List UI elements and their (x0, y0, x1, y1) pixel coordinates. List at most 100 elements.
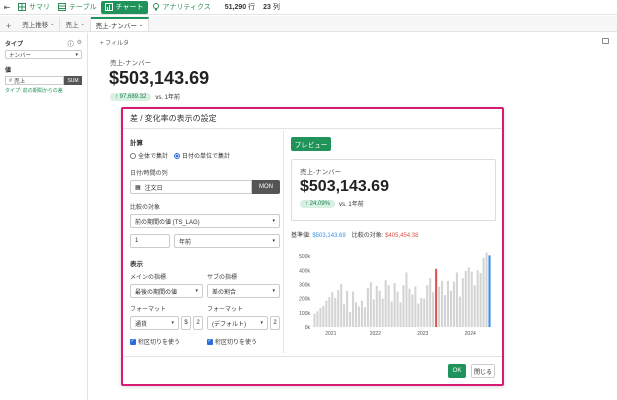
format-main-select[interactable]: 通貨 ▾ (130, 316, 179, 330)
format-sub-value: (デフォルト) (212, 321, 246, 328)
radio-date-label: 日付の単位で集計 (182, 154, 231, 160)
radio-all[interactable]: 全体で集計 (130, 151, 168, 160)
sub-metric-label: サブの指標 (207, 275, 238, 281)
summary-label: サマリ (29, 4, 50, 11)
tab-sales-number[interactable]: 売上-ナンバー ⌄ (90, 17, 150, 31)
sub-metric-select[interactable]: 差の割合 ▾ (207, 284, 280, 298)
chart-bar (375, 285, 378, 327)
date-unit-button[interactable]: MON (252, 180, 280, 194)
col-count-value: 23 (263, 4, 271, 11)
chart-bar (461, 278, 464, 327)
chart-bar (435, 268, 438, 327)
top-toolbar: ⇤ サマリ テーブル チャート アナリティクス 51,290 行 23 列 (0, 0, 617, 15)
row-count-value: 51,290 (224, 4, 247, 11)
value-section: 値 (5, 65, 82, 74)
preview-change-value: 24.09% (309, 200, 331, 207)
chevron-down-icon: ▾ (75, 51, 78, 58)
preview-change-row: ↑ 24.09% vs. 1年前 (300, 199, 487, 208)
main-metric-select[interactable]: 最後の期間の値 ▾ (130, 284, 203, 298)
value-type-note[interactable]: タイプ: 前の期間からの差 (5, 87, 82, 94)
format-main-value: 通貨 (135, 321, 148, 328)
ok-button[interactable]: OK (448, 364, 466, 378)
chart-bar (390, 301, 393, 327)
format-selects-row: 通貨 ▾ $ 2 (デフォルト) ▾ 2 (130, 316, 280, 330)
aggregation-button[interactable]: SUM (64, 76, 82, 85)
format-label-main: フォーマット (130, 307, 167, 313)
tab-sales-trend[interactable]: 売上推移 ⌄ (17, 17, 61, 31)
chart-bar (420, 297, 423, 327)
base-label: 基準値: (291, 233, 311, 239)
chart-bar (429, 278, 432, 327)
preview-card: 売上-ナンバー $503,143.69 ↑ 24.09% vs. 1年前 (291, 159, 496, 221)
sub-metric-value: 差の割合 (212, 289, 237, 296)
filter-button[interactable]: + フィルタ (100, 38, 129, 47)
difference-settings-dialog: 差 / 変化率の表示の設定 計算 全体で集計 日付の単位で集計 日付/時間の列 … (121, 107, 504, 386)
format-sub-select[interactable]: (デフォルト) ▾ (207, 316, 268, 330)
preview-button[interactable]: プレビュー (291, 137, 331, 151)
type-tools: ⓘ ⚙ (68, 39, 82, 48)
x-tick-label: 2023 (417, 331, 428, 337)
chart-button[interactable]: チャート (100, 0, 148, 14)
format-sub-group: (デフォルト) ▾ 2 (207, 316, 280, 330)
lag-unit-select[interactable]: 年前 ▾ (174, 234, 280, 248)
dialog-divider (283, 131, 284, 353)
chevron-down-icon: ▾ (171, 320, 174, 326)
dialog-footer: OK 閉じる (123, 356, 502, 384)
compare-select[interactable]: 前の期間の値 (TS_LAG) ▾ (130, 214, 280, 228)
separator-sub-checkbox[interactable]: 桁区切りを使う (207, 337, 280, 346)
chart-bar (414, 286, 417, 327)
separator-row: 桁区切りを使う 桁区切りを使う (130, 337, 280, 346)
chart-bar (372, 299, 375, 327)
date-column-field[interactable]: ▦ 注文日 (130, 180, 252, 194)
card-title: 売上-ナンバー (110, 60, 152, 67)
chart-bar (337, 290, 340, 327)
back-icon[interactable]: ⇤ (0, 3, 14, 12)
separator-sub-label: 桁区切りを使う (215, 340, 258, 346)
type-select[interactable]: ナンバー ▾ (5, 50, 82, 59)
lag-row: 1 年前 ▾ (130, 234, 280, 248)
table-button[interactable]: テーブル (54, 1, 101, 14)
change-badge: ↑ 97,689.32 (110, 92, 152, 101)
x-tick-label: 2024 (465, 331, 476, 337)
chevron-down-icon: ▾ (195, 288, 198, 294)
value-field-name: 売上 (14, 78, 26, 85)
chevron-down-icon: ⌄ (80, 21, 85, 27)
compare-target-value: $405,454.38 (385, 233, 419, 239)
chart-bar (319, 307, 322, 327)
analytics-label: アナリティクス (162, 4, 211, 11)
value-field[interactable]: # 売上 (5, 76, 64, 85)
gear-icon[interactable]: ⚙ (77, 39, 82, 48)
preview-value: $503,143.69 (300, 178, 389, 195)
preview-period: vs. 1年前 (339, 202, 364, 208)
decimals-main-field[interactable]: 2 (193, 316, 203, 330)
radio-date-unit[interactable]: 日付の単位で集計 (174, 151, 230, 160)
dialog-title: 差 / 変化率の表示の設定 (123, 109, 502, 129)
base-info: 基準値: $503,143.69 (291, 230, 346, 239)
help-icon[interactable]: ⓘ (68, 39, 74, 48)
separator-main-checkbox[interactable]: 桁区切りを使う (130, 337, 203, 346)
chart-bar (384, 280, 387, 327)
decimals-sub-field[interactable]: 2 (270, 316, 280, 330)
tab-label: 売上 (65, 22, 79, 29)
summary-button[interactable]: サマリ (14, 1, 54, 14)
analytics-button[interactable]: アナリティクス (148, 1, 215, 14)
chart-bar (485, 252, 488, 327)
add-tab-icon[interactable]: + (0, 21, 17, 31)
chevron-down-icon: ▾ (272, 288, 275, 294)
chart-bar (417, 303, 420, 327)
comment-icon[interactable] (602, 38, 609, 44)
value-label: 値 (5, 68, 12, 74)
chart-bar (482, 257, 485, 327)
chart-bar (360, 300, 363, 327)
chart-bar (381, 298, 384, 327)
tab-sales[interactable]: 売上 ⌄ (60, 17, 91, 31)
calc-section-label: 計算 (130, 140, 143, 147)
col-unit: 列 (272, 4, 280, 11)
chart-bar (393, 283, 396, 327)
chart-bar (354, 302, 358, 327)
currency-symbol-field[interactable]: $ (181, 316, 191, 330)
close-button[interactable]: 閉じる (471, 364, 495, 378)
lag-number-input[interactable]: 1 (130, 234, 170, 248)
chart-label: チャート (115, 4, 144, 11)
value-row[interactable]: # 売上 SUM (5, 76, 82, 85)
